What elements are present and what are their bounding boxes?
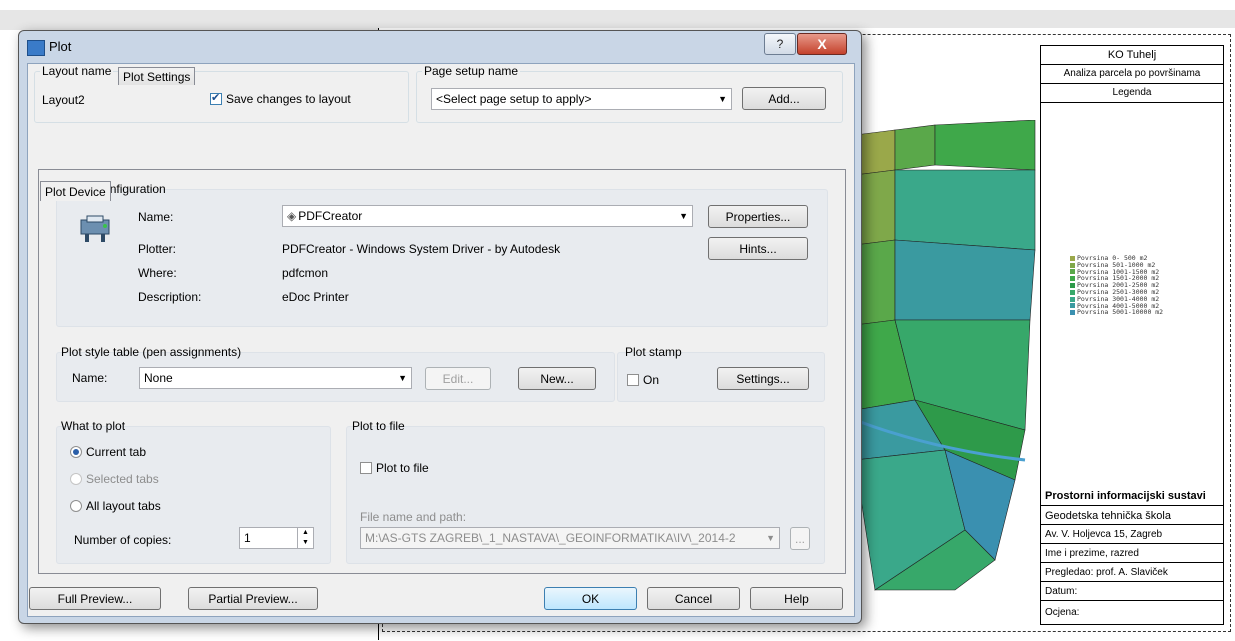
map-legend: Povrsina 0- 500 m2 Povrsina 501-1000 m2 … xyxy=(1070,255,1220,316)
plot-app-icon xyxy=(27,40,45,56)
save-changes-label[interactable]: Save changes to layout xyxy=(226,92,351,106)
spinner-arrows-icon[interactable]: ▲ ▼ xyxy=(297,528,313,548)
plotter-name-label: Name: xyxy=(138,210,174,224)
browse-button[interactable]: ... xyxy=(790,527,810,550)
file-path-select[interactable]: M:\AS-GTS ZAGREB\_1_NASTAVA\_GEOINFORMAT… xyxy=(360,527,780,549)
chevron-down-icon: ▼ xyxy=(679,211,688,221)
plotter-value: PDFCreator - Windows System Driver - by … xyxy=(282,242,561,256)
plot-dialog: Plot ? X Layout name Layout2 ✔ Save chan… xyxy=(18,30,862,624)
full-preview-button[interactable]: Full Preview... xyxy=(29,587,161,610)
tab-plot-settings[interactable]: Plot Settings xyxy=(118,67,196,85)
tab-panel: Plotter configuration Name: ◈ PDFCreator … xyxy=(38,169,846,574)
plot-stamp-on-label[interactable]: On xyxy=(643,373,659,387)
number-of-copies-value: 1 xyxy=(244,531,251,545)
plot-stamp-settings-button[interactable]: Settings... xyxy=(717,367,809,390)
legend-swatch xyxy=(1070,296,1075,302)
plot-to-file-checkbox-label[interactable]: Plot to file xyxy=(376,461,429,475)
legend-swatch xyxy=(1070,289,1075,295)
file-path-label: File name and path: xyxy=(360,510,467,524)
legend-swatch xyxy=(1070,303,1075,309)
plot-style-name-label: Name: xyxy=(72,371,108,385)
printer-icon xyxy=(80,215,110,242)
plotter-label: Plotter: xyxy=(138,242,177,256)
save-changes-checkbox[interactable]: ✔ xyxy=(210,92,222,105)
description-label: Description: xyxy=(138,290,202,304)
title-block-row: Geodetska tehnička škola xyxy=(1041,507,1223,525)
file-path-value: M:\AS-GTS ZAGREB\_1_NASTAVA\_GEOINFORMAT… xyxy=(365,531,736,545)
all-layout-tabs-label[interactable]: All layout tabs xyxy=(86,499,161,513)
help-button[interactable]: Help xyxy=(750,587,843,610)
title-block-subtitle: Analiza parcela po površinama xyxy=(1041,65,1223,84)
legend-header: Legenda xyxy=(1041,84,1223,103)
dialog-titlebar[interactable]: Plot ? X xyxy=(19,31,861,63)
current-tab-radio[interactable] xyxy=(70,446,82,458)
add-page-setup-button[interactable]: Add... xyxy=(742,87,826,110)
where-label: Where: xyxy=(138,266,177,280)
chevron-down-icon: ▼ xyxy=(763,528,775,548)
title-block-row: Pregledao: prof. A. Slaviček xyxy=(1041,564,1223,582)
title-block-row: Av. V. Holjevca 15, Zagreb xyxy=(1041,526,1223,544)
hints-button[interactable]: Hints... xyxy=(708,237,808,260)
title-block-row: Datum: xyxy=(1041,583,1223,601)
description-value: eDoc Printer xyxy=(282,290,349,304)
legend-swatch xyxy=(1070,283,1075,289)
number-of-copies-label: Number of copies: xyxy=(74,533,172,547)
plot-style-select[interactable]: None ▼ xyxy=(139,367,412,389)
number-of-copies-input[interactable]: 1 ▲ ▼ xyxy=(239,527,314,549)
plot-to-file-label: Plot to file xyxy=(352,419,405,433)
plot-to-file-checkbox[interactable] xyxy=(360,462,372,474)
legend-swatch xyxy=(1070,269,1075,275)
plotter-name-value: PDFCreator xyxy=(298,209,363,223)
page-setup-label: Page setup name xyxy=(422,64,521,78)
legend-swatch xyxy=(1070,276,1075,282)
plot-style-value: None xyxy=(144,371,173,385)
checkmark-icon: ✔ xyxy=(211,92,221,104)
what-to-plot-label: What to plot xyxy=(61,419,126,433)
edit-plot-style-button[interactable]: Edit... xyxy=(425,367,491,390)
cancel-button[interactable]: Cancel xyxy=(647,587,740,610)
legend-label: Povrsina 5001-10000 m2 xyxy=(1077,308,1164,317)
plot-stamp-on-checkbox[interactable] xyxy=(627,374,639,386)
properties-button[interactable]: Properties... xyxy=(708,205,808,228)
ok-button[interactable]: OK xyxy=(544,587,637,610)
selected-tabs-radio[interactable] xyxy=(70,473,82,485)
printer-small-icon: ◈ xyxy=(287,209,297,223)
title-block-row: Prostorni informacijski sustavi xyxy=(1041,486,1223,506)
layout-name-label: Layout name xyxy=(40,64,114,78)
close-button[interactable]: X xyxy=(797,33,847,55)
context-help-button[interactable]: ? xyxy=(764,33,796,55)
chevron-down-icon: ▼ xyxy=(718,94,727,104)
layout-name-value: Layout2 xyxy=(42,93,85,107)
all-layout-tabs-radio[interactable] xyxy=(70,500,82,512)
title-block: KO Tuhelj Analiza parcela po površinama … xyxy=(1040,45,1224,625)
ribbon-band xyxy=(0,10,1235,30)
plot-style-table-label: Plot style table (pen assignments) xyxy=(61,345,242,359)
page-setup-value: <Select page setup to apply> xyxy=(436,92,592,106)
page-setup-select[interactable]: <Select page setup to apply> ▼ xyxy=(431,88,732,110)
legend-swatch xyxy=(1070,255,1075,261)
title-block-row: Ime i prezime, razred xyxy=(1041,545,1223,563)
chevron-down-icon: ▼ xyxy=(398,373,407,383)
selected-tabs-label: Selected tabs xyxy=(86,472,159,486)
current-tab-label[interactable]: Current tab xyxy=(86,445,146,459)
plot-stamp-label: Plot stamp xyxy=(625,345,682,359)
title-block-row: Ocjena: xyxy=(1045,607,1080,618)
legend-swatch xyxy=(1070,262,1075,268)
parcel-map xyxy=(855,120,1036,591)
where-value: pdfcmon xyxy=(282,266,329,280)
new-plot-style-button[interactable]: New... xyxy=(518,367,596,390)
tab-plot-device[interactable]: Plot Device xyxy=(40,181,111,201)
partial-preview-button[interactable]: Partial Preview... xyxy=(188,587,318,610)
dialog-title: Plot xyxy=(49,39,72,54)
title-block-title: KO Tuhelj xyxy=(1041,46,1223,65)
plotter-name-select[interactable]: ◈ PDFCreator ▼ xyxy=(282,205,693,227)
legend-swatch xyxy=(1070,310,1075,316)
legend-item: Povrsina 5001-10000 m2 xyxy=(1070,309,1220,316)
